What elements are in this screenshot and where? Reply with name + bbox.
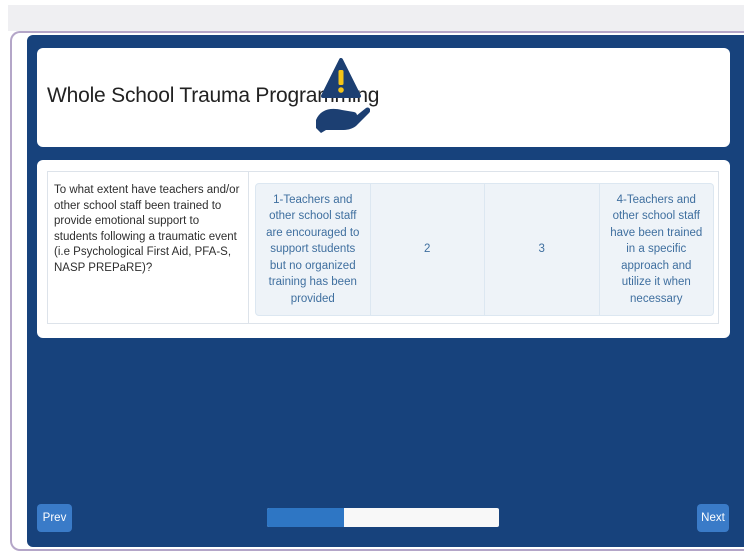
option-1[interactable]: 1-Teachers and other school staff are en… [255, 183, 371, 316]
question-grid: To what extent have teachers and/or othe… [47, 171, 719, 324]
option-4[interactable]: 4-Teachers and other school staff have b… [599, 183, 714, 316]
hand-holding-warning-icon [316, 58, 370, 133]
next-button[interactable]: Next [697, 504, 729, 532]
warning-exclamation-dot [338, 87, 344, 93]
progress-bar [267, 508, 499, 527]
progress-bar-fill [267, 508, 344, 527]
hand-shape [316, 107, 370, 133]
warning-exclamation-bar [338, 70, 344, 85]
option-3[interactable]: 3 [485, 183, 600, 316]
top-bar-strip [8, 5, 744, 31]
prev-button[interactable]: Prev [37, 504, 72, 532]
browser-top-bar [0, 0, 744, 31]
answer-options: 1-Teachers and other school staff are en… [249, 172, 718, 323]
question-text: To what extent have teachers and/or othe… [48, 172, 249, 323]
option-2[interactable]: 2 [370, 183, 485, 316]
